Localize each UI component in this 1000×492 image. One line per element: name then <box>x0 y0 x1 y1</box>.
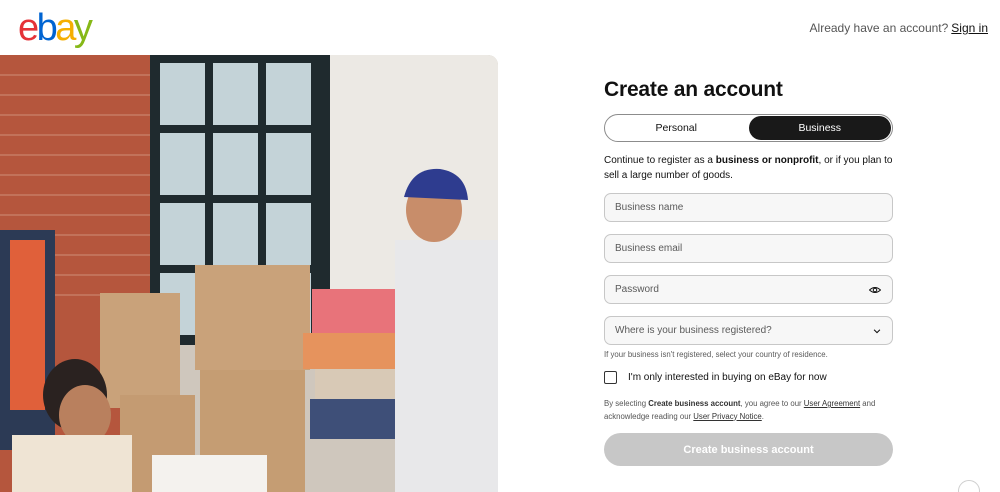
help-bubble[interactable] <box>958 480 980 492</box>
hero-photo-illustration <box>0 55 498 492</box>
eye-icon[interactable] <box>869 284 881 296</box>
country-select[interactable]: Where is your business registered? <box>604 316 893 345</box>
hero-image <box>0 55 498 492</box>
legal-notice: By selecting Create business account, yo… <box>604 399 876 421</box>
signin-link[interactable]: Sign in <box>951 21 988 35</box>
buying-only-row: I'm only interested in buying on eBay fo… <box>604 371 894 384</box>
ebay-logo[interactable]: ebay <box>18 8 93 48</box>
tab-personal[interactable]: Personal <box>605 115 748 141</box>
create-account-form: Create an account Personal Business Cont… <box>604 78 894 466</box>
business-name-input[interactable] <box>615 202 882 213</box>
user-agreement-link[interactable]: User Agreement <box>804 399 860 408</box>
signin-prompt-text: Already have an account? <box>809 21 949 35</box>
tab-business[interactable]: Business <box>748 116 891 140</box>
buying-only-label[interactable]: I'm only interested in buying on eBay fo… <box>628 372 827 383</box>
account-type-toggle: Personal Business <box>604 114 893 142</box>
business-description: Continue to register as a business or no… <box>604 155 893 181</box>
signup-page: ebay Already have an account? Sign in Cr… <box>0 0 1000 492</box>
buying-only-checkbox[interactable] <box>604 371 617 384</box>
create-business-account-button[interactable]: Create business account <box>604 433 893 466</box>
password-input[interactable] <box>615 284 882 295</box>
signin-prompt: Already have an account? Sign in <box>810 21 988 35</box>
business-email-input[interactable] <box>615 243 882 254</box>
business-email-field <box>604 234 893 263</box>
password-field <box>604 275 893 304</box>
chevron-down-icon <box>873 328 881 333</box>
country-select-placeholder: Where is your business registered? <box>615 325 772 336</box>
privacy-notice-link[interactable]: User Privacy Notice <box>693 412 761 421</box>
country-hint: If your business isn't registered, selec… <box>604 350 828 359</box>
page-title: Create an account <box>604 78 783 101</box>
business-name-field <box>604 193 893 222</box>
